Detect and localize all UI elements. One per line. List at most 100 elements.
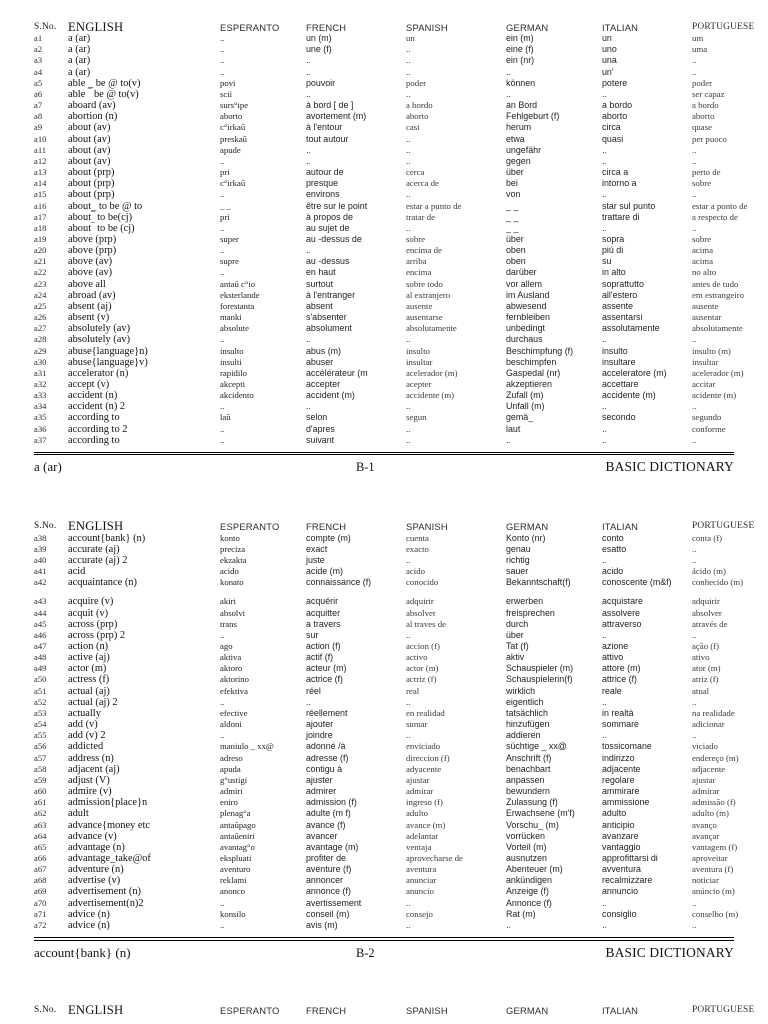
- cell-esperanto: aktiva: [220, 652, 242, 663]
- column-header-portuguese: PORTUGUESE: [692, 22, 755, 32]
- cell-spanish: ajustar: [406, 774, 430, 785]
- cell-esperanto: povi: [220, 77, 236, 88]
- cell-spanish: ..: [406, 696, 411, 707]
- cell-spanish: real: [406, 685, 420, 696]
- cell-esperanto: insulti: [220, 356, 242, 367]
- table-row: a70 advertisement(n)2.. avertissement.. Ann…: [34, 898, 768, 909]
- cell-german: Rat (m): [506, 908, 536, 919]
- column-header-spanish: SPANISH: [406, 521, 448, 533]
- cell-spanish: acepter: [406, 379, 432, 389]
- cell-english: about (av): [68, 144, 111, 156]
- cell-esperanto: ..: [220, 245, 225, 256]
- cell-french: au sujet de: [306, 222, 350, 233]
- cell-sno: a19: [34, 233, 47, 244]
- cell-german: richtig: [506, 554, 530, 565]
- cell-italian: ammissione: [602, 797, 650, 808]
- table-row: a8 abortion (n) aborto avortement (m) aborto…: [34, 111, 768, 122]
- cell-esperanto: super: [220, 233, 239, 244]
- cell-esperanto: ..: [220, 66, 225, 77]
- cell-english: addicted: [68, 741, 104, 753]
- cell-esperanto: acido: [220, 566, 239, 577]
- table-row: a14 about (prp) c°irkaŭ presque acerca de bei…: [34, 178, 768, 189]
- cell-sno: a6: [34, 88, 43, 99]
- cell-spanish: accidente (m): [406, 390, 455, 401]
- cell-spanish: absolver: [406, 607, 436, 618]
- cell-french: avantage (m): [306, 841, 359, 852]
- column-header-sno: S.No.: [34, 22, 57, 32]
- table-row: a60 admire (v) admiri admirer admirar bewunde…: [34, 786, 768, 797]
- footer-headword: a (ar): [34, 459, 62, 475]
- cell-italian: recalmizzare: [602, 875, 653, 886]
- cell-french: être sur le point: [306, 200, 368, 211]
- cell-italian: quasi: [602, 133, 624, 144]
- cell-spanish: ..: [406, 334, 411, 345]
- table-row: a48 active (aj) aktiva actif (f) activo aktiv…: [34, 652, 768, 663]
- cell-italian: approfittarsi di: [602, 852, 658, 863]
- cell-german: über: [506, 167, 524, 178]
- cell-spanish: en realidad: [406, 707, 445, 718]
- cell-german: aktiv: [506, 652, 525, 663]
- table-row: a52 actual (aj) 2...... eigentlich....: [34, 697, 768, 708]
- table-row: a24 abroad (av) eksterlande à l'entranger al…: [34, 290, 768, 301]
- cell-portuguese: ..: [692, 155, 697, 166]
- cell-spanish: actriz (f): [406, 674, 437, 685]
- cell-italian: aborto: [602, 111, 628, 122]
- cell-german: Erwachsene (m'f): [506, 808, 575, 819]
- cell-italian: acquistare: [602, 596, 643, 607]
- cell-portuguese: conhecido (m): [692, 577, 744, 588]
- cell-german: ein (m): [506, 33, 534, 44]
- column-header-esperanto: ESPERANTO: [220, 22, 280, 33]
- table-row: a47 action (n) ago action (f) accion (f) Tat …: [34, 641, 768, 652]
- cell-spanish: acido: [406, 566, 426, 577]
- cell-german: abwesend: [506, 300, 547, 311]
- cell-sno: a62: [34, 808, 47, 819]
- cell-french: acide (m): [306, 566, 343, 577]
- cell-italian: regolare: [602, 774, 635, 785]
- cell-spanish: ..: [406, 44, 411, 55]
- cell-sno: a30: [34, 356, 47, 367]
- cell-spanish: al extranjero: [406, 289, 451, 300]
- cell-spanish: insultar: [406, 356, 433, 367]
- table-row: a62 adult plenag°a adulte (m f) adulto Erwach…: [34, 808, 768, 819]
- cell-italian: uno: [602, 44, 617, 55]
- table-row: a55 add (v) 2.. joindre.. addieren....: [34, 730, 768, 741]
- cell-german: Annonce (f): [506, 897, 552, 908]
- cell-german: laut: [506, 423, 521, 434]
- cell-italian: adjacente: [602, 763, 641, 774]
- cell-german: beschimpfen: [506, 356, 557, 367]
- table-row: a38 account{bank} (n) konto compte (m) cuent…: [34, 533, 768, 544]
- cell-portuguese: aventura (f): [692, 864, 734, 875]
- cell-portuguese: per puoco: [692, 133, 727, 144]
- cell-spanish: ..: [406, 730, 411, 741]
- cell-german: über: [506, 233, 524, 244]
- cell-french: adonné /à: [306, 741, 346, 752]
- dictionary-page-3: S.No. ENGLISH ESPERANTO FRENCH SPANISH G…: [0, 961, 768, 1016]
- cell-english: add (v): [68, 719, 98, 731]
- cell-italian: circa a: [602, 167, 629, 178]
- cell-german: etwa: [506, 133, 525, 144]
- cell-french: actif (f): [306, 652, 334, 663]
- cell-spanish: acelerador (m): [406, 367, 458, 378]
- cell-french: sur: [306, 629, 319, 640]
- cell-sno: a58: [34, 763, 47, 774]
- cell-esperanto: ..: [220, 222, 225, 233]
- cell-spanish: aprovecharse de: [406, 852, 463, 863]
- cell-esperanto: c°irkaŭ: [220, 178, 246, 189]
- cell-sno: a33: [34, 390, 47, 401]
- cell-german: tatsächlich: [506, 707, 548, 718]
- cell-italian: ..: [602, 554, 607, 565]
- row-group-spacer: [34, 588, 768, 596]
- cell-italian: assente: [602, 300, 634, 311]
- table-row: a15 about (prp).. environs.. von....: [34, 189, 768, 200]
- cell-italian: piú di: [602, 245, 624, 256]
- cell-italian: conoscente (m&f): [602, 577, 672, 588]
- table-row: a19 above (prp) super au -dessus de sobre übe…: [34, 234, 768, 245]
- cell-portuguese: a respecto de: [692, 211, 738, 222]
- cell-portuguese: ácido (m): [692, 566, 726, 577]
- cell-sno: a46: [34, 629, 47, 640]
- cell-esperanto: trans: [220, 618, 237, 629]
- cell-german: im Ausland: [506, 289, 550, 300]
- cell-french: ajouter: [306, 719, 334, 730]
- cell-french: ..: [306, 401, 311, 412]
- cell-spanish: aventura: [406, 864, 437, 875]
